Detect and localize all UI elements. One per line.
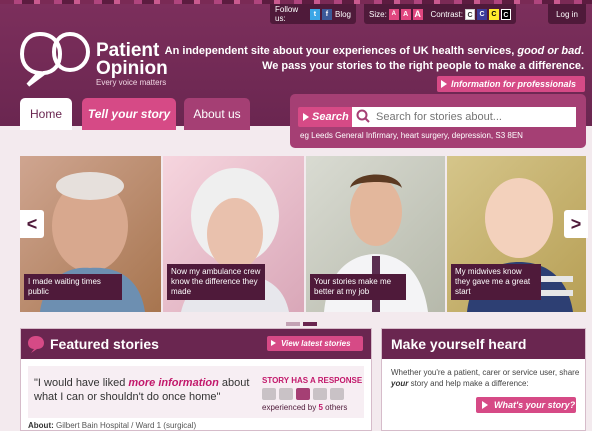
speech-bubble-icon (28, 336, 44, 353)
carousel-next-button[interactable]: > (564, 210, 588, 238)
quote-emphasis: more information (128, 377, 219, 389)
login-link[interactable]: Log in (548, 4, 586, 24)
story-response-label: STORY HAS A RESPONSE (262, 376, 363, 385)
hero-line2: We pass your stories to the right people… (262, 60, 584, 72)
contrast-yellow-button[interactable]: C (489, 8, 499, 20)
response-step-icon (262, 388, 276, 400)
accessibility-bar: Size: A A A Contrast: C C C C (364, 4, 516, 24)
response-step-icon (330, 388, 344, 400)
follow-label: Follow us: (275, 5, 299, 23)
carousel-dot-2[interactable] (303, 322, 317, 326)
search-input[interactable] (352, 107, 576, 127)
magnifier-icon (356, 109, 370, 123)
contrast-blue-button[interactable]: C (477, 8, 487, 20)
contrast-default-button[interactable]: C (464, 8, 476, 20)
hero-line1-text: An independent site about your experienc… (164, 45, 518, 57)
heard-text-emphasis: your (391, 379, 409, 388)
response-step-icon (296, 388, 310, 400)
carousel-dot-1[interactable] (286, 322, 300, 326)
make-yourself-heard-panel: Make yourself heard Whether you're a pat… (381, 328, 586, 431)
text-size-large-button[interactable]: A (412, 8, 423, 20)
blog-link[interactable]: Blog (335, 10, 351, 19)
story-about: About: Gilbert Bain Hospital / Ward 1 (s… (28, 421, 196, 430)
carousel-caption-2: Now my ambulance crew know the differenc… (167, 264, 265, 300)
experienced-text: experienced by (262, 403, 319, 412)
hero-line1-end: . (580, 45, 584, 57)
contrast-black-button[interactable]: C (500, 8, 512, 20)
response-step-icon (313, 388, 327, 400)
contrast-label: Contrast: (430, 9, 463, 19)
carousel-caption-4: My midwives know they gave me a great st… (451, 264, 541, 300)
twitter-icon[interactable]: t (309, 8, 320, 20)
whats-your-story-button[interactable]: What's your story? (476, 397, 576, 413)
follow-bar: Follow us: t f Blog (270, 4, 356, 24)
view-latest-stories-button[interactable]: View latest stories (267, 336, 363, 351)
featured-quote[interactable]: "I would have liked more information abo… (34, 376, 254, 404)
brand-tagline: Every voice matters (96, 78, 167, 87)
size-label: Size: (369, 9, 387, 19)
quote-text-a: "I would have liked (34, 377, 129, 389)
text-size-small-button[interactable]: A (388, 8, 399, 20)
heard-title: Make yourself heard (382, 329, 585, 359)
text-size-medium-button[interactable]: A (400, 8, 411, 20)
heard-text-c: story and help make a difference: (408, 379, 529, 388)
heard-text: Whether you're a patient, carer or servi… (391, 367, 581, 389)
search-example: eg Leeds General Infirmary, heart surger… (300, 131, 523, 140)
story-carousel: I made waiting times public Now my ambul… (20, 156, 586, 312)
hero-line1-emphasis: good or bad (517, 45, 581, 57)
tab-tell-your-story[interactable]: Tell your story (82, 98, 176, 130)
hero-line1: An independent site about your experienc… (165, 44, 584, 59)
featured-header: Featured stories View latest stories (21, 329, 371, 359)
experienced-by: experienced by 5 others (262, 403, 347, 412)
facebook-icon[interactable]: f (321, 8, 332, 20)
carousel-caption-3: Your stories make me better at my job (310, 274, 406, 300)
carousel-slide-3[interactable]: Your stories make me better at my job (306, 156, 445, 312)
carousel-prev-button[interactable]: < (20, 210, 44, 238)
experienced-suffix: others (322, 403, 348, 412)
featured-title: Featured stories (50, 336, 159, 352)
hero-tagline: An independent site about your experienc… (165, 44, 584, 74)
about-value[interactable]: Gilbert Bain Hospital / Ward 1 (surgical… (56, 421, 196, 430)
tab-about-us[interactable]: About us (184, 98, 250, 130)
speech-bubble-logo-icon[interactable] (20, 30, 92, 88)
carousel-pager (286, 322, 317, 326)
carousel-slide-2[interactable]: Now my ambulance crew know the differenc… (163, 156, 304, 312)
tab-home[interactable]: Home (20, 98, 72, 130)
response-icons (262, 388, 344, 400)
info-professionals-button[interactable]: Information for professionals (437, 76, 585, 92)
heard-text-a: Whether you're a patient, carer or servi… (391, 368, 580, 377)
about-label: About: (28, 421, 54, 430)
search-button[interactable]: Search (298, 107, 354, 127)
carousel-caption-1: I made waiting times public (24, 274, 122, 300)
response-step-icon (279, 388, 293, 400)
